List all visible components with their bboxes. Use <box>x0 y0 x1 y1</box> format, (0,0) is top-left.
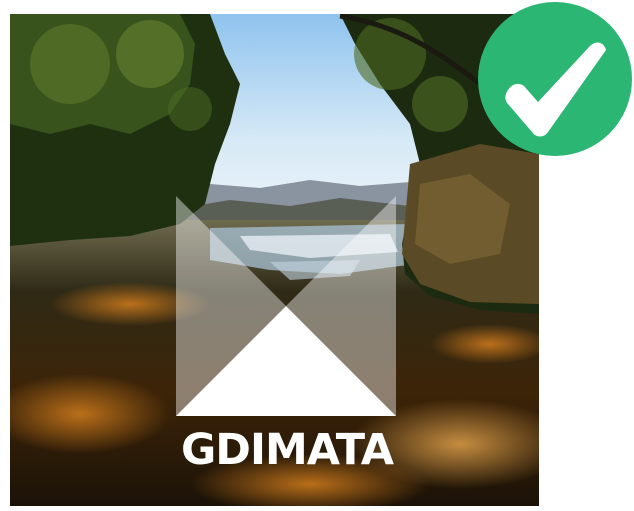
logo-mark-icon <box>176 196 396 416</box>
brand-wordmark: GDIMATA <box>181 425 394 475</box>
approved-badge <box>478 2 632 156</box>
checkmark-icon <box>478 2 632 156</box>
